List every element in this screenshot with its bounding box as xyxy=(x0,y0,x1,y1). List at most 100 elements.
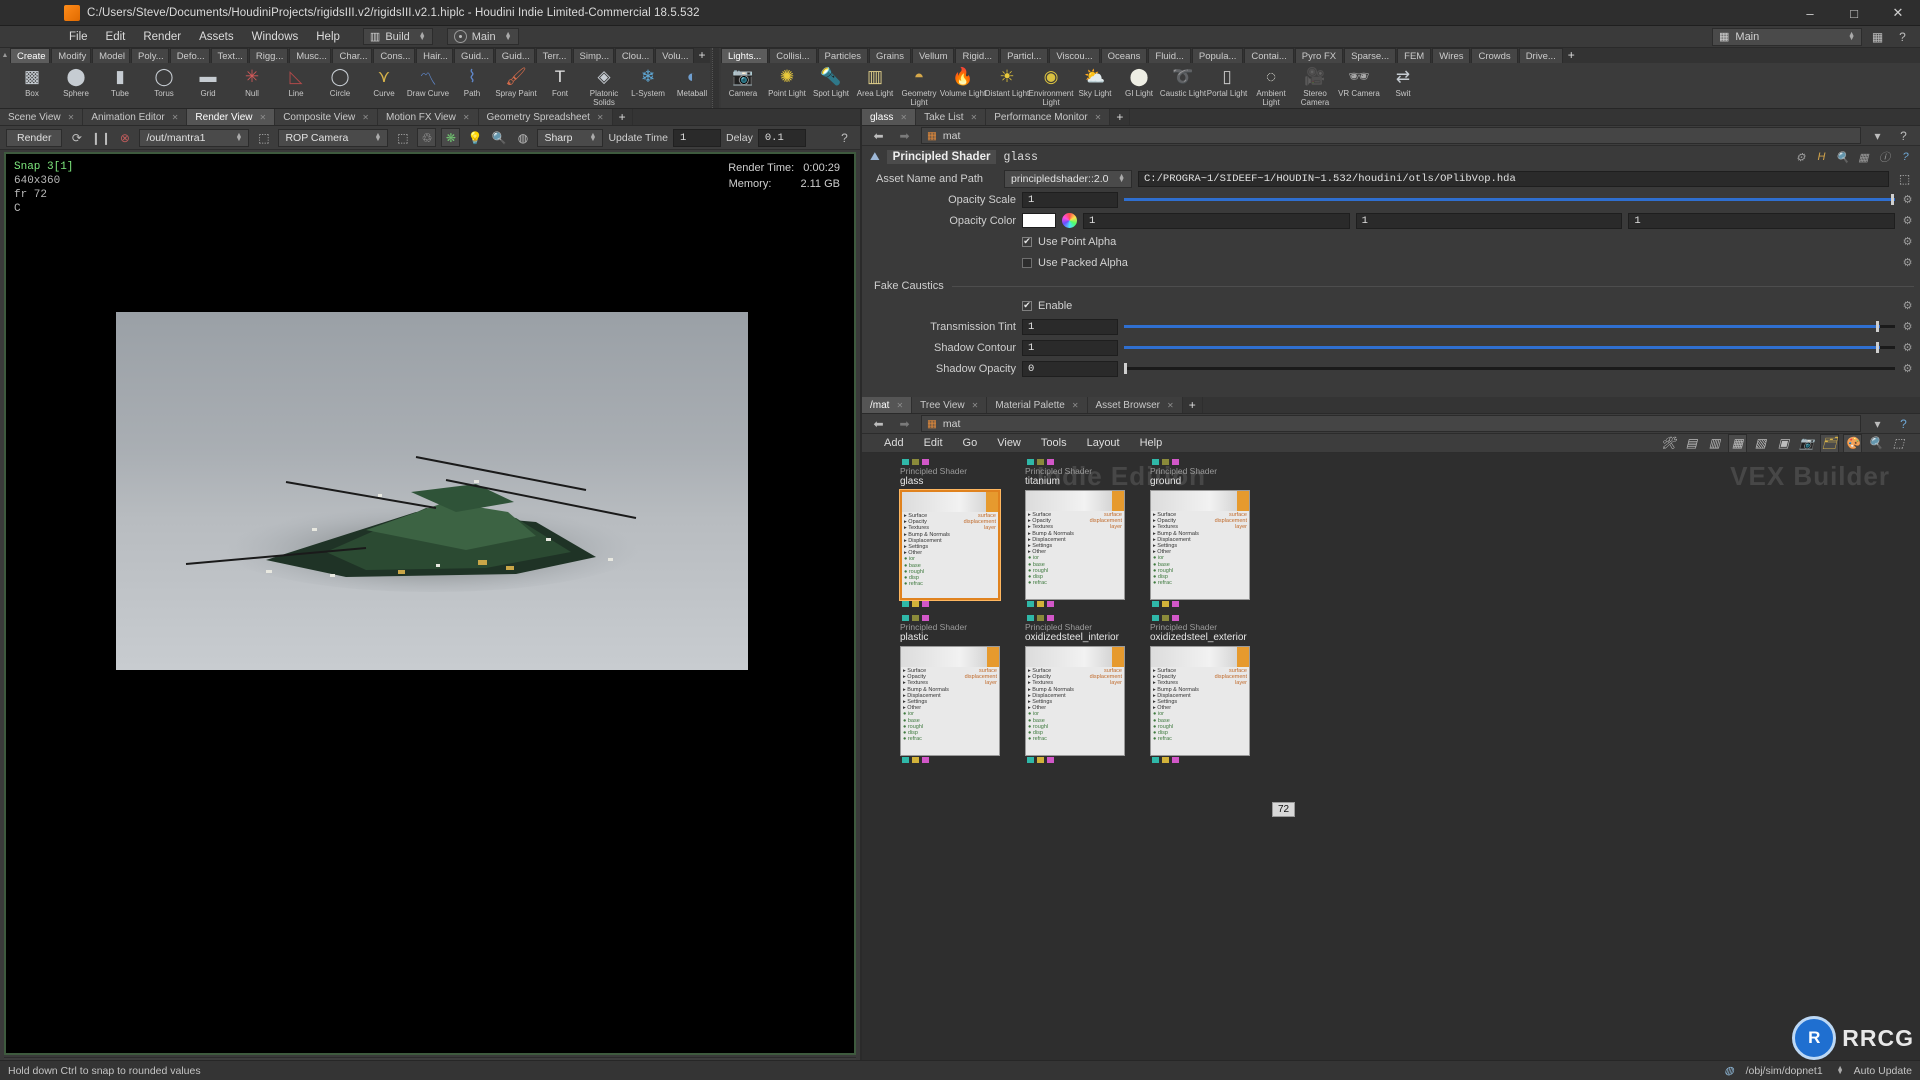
node-output-dot[interactable] xyxy=(1162,757,1169,763)
node-flag-dot[interactable] xyxy=(902,615,909,621)
caustics-value-input[interactable]: 1 xyxy=(1022,340,1118,356)
build-spinner-icon[interactable]: ▲▼ xyxy=(419,33,426,41)
minimize-button[interactable]: – xyxy=(1788,0,1832,26)
node-settings-icon[interactable]: ⚙ xyxy=(1794,151,1807,164)
shelf-tab-left-16[interactable]: Volu... xyxy=(655,48,693,63)
shelf-item-box[interactable]: ▩Box xyxy=(10,65,54,99)
shelf-tab-left-1[interactable]: Modify xyxy=(51,48,91,63)
params-tab-glass[interactable]: glass✕ xyxy=(862,109,916,125)
material-node-titanium[interactable]: Principled Shadertitanium▸ Surfacesurfac… xyxy=(1025,459,1125,607)
menu-windows[interactable]: Windows xyxy=(243,26,308,48)
color-picker-icon[interactable]: ❋ xyxy=(441,128,460,147)
shelf-item-curve[interactable]: ⋎Curve xyxy=(362,65,406,99)
shelf-item-spot-light[interactable]: 🔦Spot Light xyxy=(809,65,853,99)
net-menu-go[interactable]: Go xyxy=(953,437,988,449)
back-arrow-icon[interactable]: ⬅ xyxy=(869,126,888,145)
opacity-checkbox[interactable]: ✔ xyxy=(1022,237,1032,247)
shelf-tab-right-0[interactable]: Lights... xyxy=(721,48,768,63)
shelf-tab-right-1[interactable]: Collisi... xyxy=(769,48,816,63)
net-panel-icon[interactable]: ▥ xyxy=(1705,434,1724,453)
shelf-item-ambient-light[interactable]: ◌Ambient Light xyxy=(1249,65,1293,107)
tab-close-icon[interactable]: ✕ xyxy=(900,109,907,126)
net-back-arrow-icon[interactable]: ⬅ xyxy=(869,414,888,433)
shelf-tab-left-6[interactable]: Rigg... xyxy=(249,48,288,63)
right-desktop-selector[interactable]: ▦ Main ▲▼ xyxy=(1712,28,1862,46)
node-search-icon[interactable]: 🔍 xyxy=(1836,151,1849,164)
net-zoom-icon[interactable]: 🔍 xyxy=(1866,434,1885,453)
refresh-icon[interactable]: ⟳ xyxy=(67,128,86,147)
tab-close-icon[interactable]: ✕ xyxy=(972,397,979,414)
shelf-tab-right-12[interactable]: Pyro FX xyxy=(1295,48,1343,63)
render-button[interactable]: Render xyxy=(6,129,62,147)
shelf-item-caustic-light[interactable]: ➰Caustic Light xyxy=(1161,65,1205,99)
network-tab-material-palette[interactable]: Material Palette✕ xyxy=(987,397,1087,413)
pause-icon[interactable]: ❙❙ xyxy=(91,128,110,147)
net-camera-icon[interactable]: 📷 xyxy=(1797,434,1816,453)
params-tab-take-list[interactable]: Take List✕ xyxy=(916,109,986,125)
net-menu-add[interactable]: Add xyxy=(874,437,914,449)
opacity-color-swatch[interactable] xyxy=(1022,213,1056,228)
shelf-add-tab-right[interactable]: + xyxy=(1564,48,1579,63)
render-tab-geometry-spreadsheet[interactable]: Geometry Spreadsheet✕ xyxy=(479,109,613,125)
delay-input[interactable]: 0.1 xyxy=(758,129,806,147)
shelf-tab-right-14[interactable]: FEM xyxy=(1397,48,1431,63)
shelf-item-point-light[interactable]: ✺Point Light xyxy=(765,65,809,99)
status-spinner-icon[interactable]: ▲▼ xyxy=(1837,1067,1844,1075)
shelf-tab-left-8[interactable]: Char... xyxy=(332,48,372,63)
desktop-selector[interactable]: Main ▲▼ xyxy=(447,28,519,45)
node-output-dot[interactable] xyxy=(1027,757,1034,763)
node-output-dot[interactable] xyxy=(912,601,919,607)
opacity-color-channel-1[interactable]: 1 xyxy=(1356,213,1623,229)
shelf-tab-right-17[interactable]: Drive... xyxy=(1519,48,1563,63)
lightbulb-icon[interactable]: 💡 xyxy=(465,128,484,147)
shelf-item-gi-light[interactable]: ⬤GI Light xyxy=(1117,65,1161,99)
caustics-row-gear-icon[interactable]: ⚙ xyxy=(1901,320,1914,333)
shelf-item-distant-light[interactable]: ☀Distant Light xyxy=(985,65,1029,99)
shelf-item-volume-light[interactable]: 🔥Volume Light xyxy=(941,65,985,99)
shelf-item-environment-light[interactable]: ◉Environment Light xyxy=(1029,65,1073,107)
network-path-input[interactable]: ▦ mat xyxy=(921,415,1861,432)
tab-close-icon[interactable]: ✕ xyxy=(68,109,75,126)
node-flag-dot[interactable] xyxy=(1027,459,1034,465)
node-output-dot[interactable] xyxy=(1027,601,1034,607)
node-flag-dot[interactable] xyxy=(912,459,919,465)
shelf-item-portal-light[interactable]: ▯Portal Light xyxy=(1205,65,1249,99)
tab-close-icon[interactable]: ✕ xyxy=(597,109,604,126)
shelf-item-metaball[interactable]: ◐Metaball xyxy=(670,65,710,99)
node-flag-dot[interactable] xyxy=(1037,459,1044,465)
maximize-button[interactable]: □ xyxy=(1832,0,1876,26)
net-forward-arrow-icon[interactable]: ➡ xyxy=(895,414,914,433)
net-help-icon[interactable]: ? xyxy=(1894,414,1913,433)
shelf-item-sphere[interactable]: ⬤Sphere xyxy=(54,65,98,99)
shelf-item-torus[interactable]: ◯Torus xyxy=(142,65,186,99)
node-flag-dot[interactable] xyxy=(1047,459,1054,465)
shelf-item-geometry-light[interactable]: ◓Geometry Light xyxy=(897,65,941,107)
shelf-item-sky-light[interactable]: ⛅Sky Light xyxy=(1073,65,1117,99)
net-frame-icon[interactable]: ⬚ xyxy=(1889,434,1908,453)
node-body[interactable]: ▸ Surfacesurface▸ Opacitydisplacement▸ T… xyxy=(900,490,1000,600)
node-output-dot[interactable] xyxy=(1037,601,1044,607)
shelf-item-area-light[interactable]: ▥Area Light xyxy=(853,65,897,99)
node-output-dot[interactable] xyxy=(1172,601,1179,607)
opacity-color-channel-0[interactable]: 1 xyxy=(1083,213,1350,229)
net-pin-icon[interactable]: ▾ xyxy=(1868,414,1887,433)
tab-close-icon[interactable]: ✕ xyxy=(1072,397,1079,414)
asset-path-input[interactable]: C:/PROGRA~1/SIDEEF~1/HOUDIN~1.532/houdin… xyxy=(1138,171,1889,187)
shelf-item-font[interactable]: TFont xyxy=(538,65,582,99)
shelf-item-vr-camera[interactable]: 🕶VR Camera xyxy=(1337,65,1381,99)
tab-close-icon[interactable]: ✕ xyxy=(260,109,267,126)
shelf-item-line[interactable]: ◺Line xyxy=(274,65,318,99)
net-snapshot-icon[interactable]: ▣ xyxy=(1774,434,1793,453)
net-menu-edit[interactable]: Edit xyxy=(914,437,953,449)
caustics-value-input[interactable]: 1 xyxy=(1022,319,1118,335)
right-desktop-spinner-icon[interactable]: ▲▼ xyxy=(1848,33,1855,41)
tab-close-icon[interactable]: ✕ xyxy=(362,109,369,126)
node-flag-dot[interactable] xyxy=(1172,459,1179,465)
net-menu-help[interactable]: Help xyxy=(1130,437,1173,449)
render-tab-scene-view[interactable]: Scene View✕ xyxy=(0,109,83,125)
shelf-item-draw-curve[interactable]: 〽Draw Curve xyxy=(406,65,450,99)
tab-close-icon[interactable]: ✕ xyxy=(1167,397,1174,414)
render-help-icon[interactable]: ? xyxy=(835,128,854,147)
menu-file[interactable]: File xyxy=(60,26,97,48)
node-flag-dot[interactable] xyxy=(922,615,929,621)
